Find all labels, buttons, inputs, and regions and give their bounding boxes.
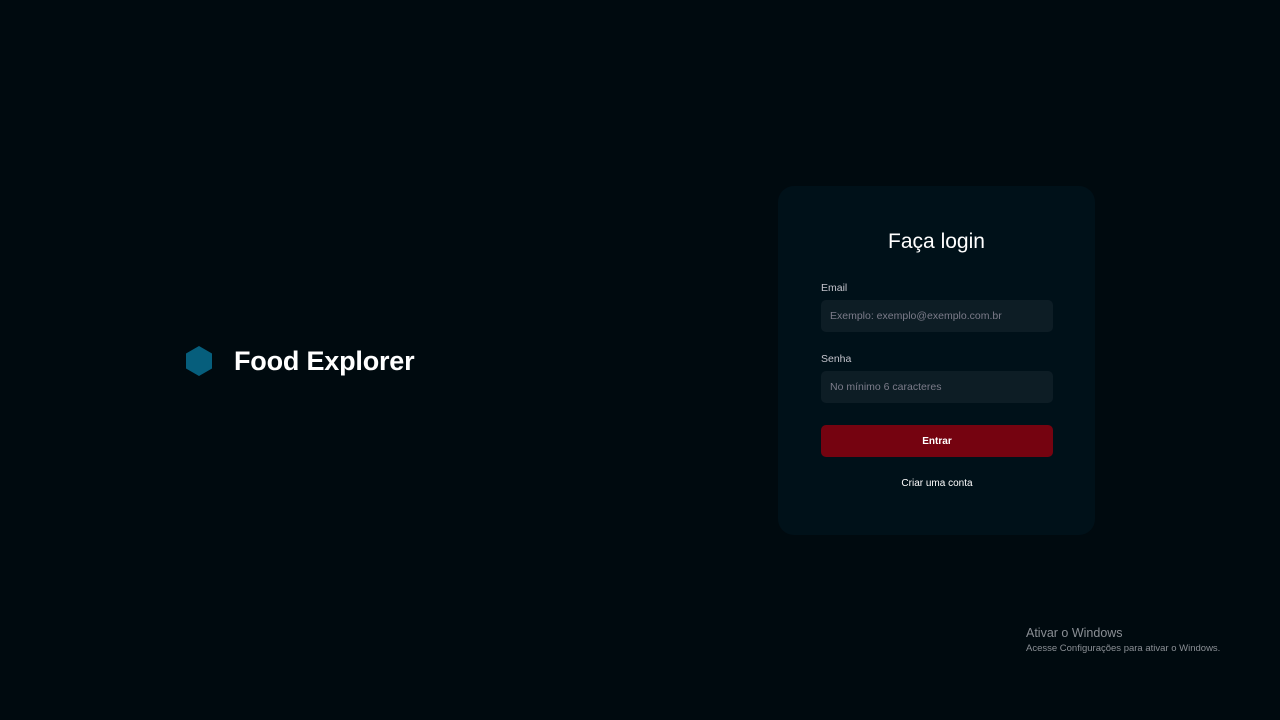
watermark-title: Ativar o Windows — [1026, 626, 1123, 640]
create-account-link[interactable]: Criar uma conta — [821, 478, 1053, 489]
page-title: Faça login — [888, 230, 985, 253]
password-label: Senha — [821, 353, 852, 365]
watermark-subtitle: Acesse Configurações para ativar o Windo… — [1026, 643, 1221, 654]
brand: Food Explorer — [186, 343, 415, 379]
password-field[interactable] — [821, 371, 1053, 403]
login-page: Food Explorer Faça login Email Senha Ent… — [0, 0, 1280, 720]
hexagon-icon — [186, 346, 212, 376]
login-button[interactable]: Entrar — [821, 425, 1053, 457]
email-label: Email — [821, 282, 848, 294]
windows-activation-watermark: Ativar o Windows Acesse Configurações pa… — [1026, 626, 1220, 656]
brand-name: Food Explorer — [234, 345, 415, 376]
email-field[interactable] — [821, 300, 1053, 332]
